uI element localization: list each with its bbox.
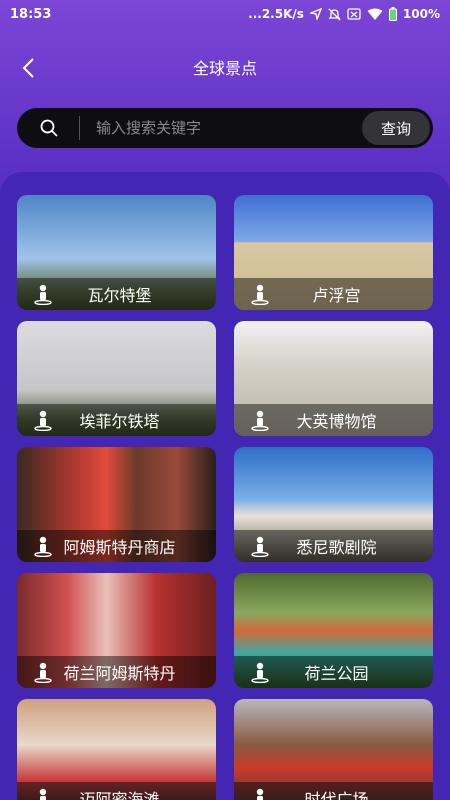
attraction-card-times-square[interactable]: 时代广场	[234, 699, 433, 800]
person-icon	[34, 536, 52, 557]
attraction-card-holland-park[interactable]: 荷兰公园	[234, 573, 433, 688]
chevron-left-icon	[22, 58, 34, 78]
attraction-name: 时代广场	[304, 790, 369, 800]
attraction-name: 荷兰阿姆斯特丹	[63, 664, 176, 683]
attractions-panel: 瓦尔特堡 卢浮宫 埃菲尔铁塔 大英博物馆 阿姆斯特丹商店 悉尼歌剧院 荷兰阿姆斯…	[0, 172, 450, 800]
attraction-name: 埃菲尔铁塔	[79, 412, 160, 431]
card-footer: 荷兰公园	[234, 656, 433, 688]
attraction-card-miami-beach[interactable]: 迈阿密海滩	[17, 699, 216, 800]
wifi-icon	[367, 8, 383, 21]
person-icon	[34, 284, 52, 305]
attraction-name: 大英博物馆	[296, 412, 377, 431]
sim-icon	[347, 8, 361, 20]
network-speed: ...2.5K/s	[248, 7, 304, 21]
person-icon	[39, 788, 47, 800]
mute-icon	[328, 8, 341, 21]
location-icon	[309, 8, 322, 20]
status-bar: 18:53 ...2.5K/s 100%	[0, 0, 450, 28]
attraction-card-amsterdam-shop[interactable]: 阿姆斯特丹商店	[17, 447, 216, 562]
search-divider	[79, 116, 80, 140]
card-footer: 悉尼歌剧院	[234, 530, 433, 562]
card-footer: 阿姆斯特丹商店	[17, 530, 216, 562]
search-input[interactable]	[96, 119, 362, 137]
person-icon	[251, 410, 269, 431]
header: 全球景点	[0, 28, 450, 108]
attraction-name: 悉尼歌剧院	[296, 538, 377, 557]
attraction-name: 瓦尔特堡	[87, 286, 152, 305]
search-button[interactable]: 查询	[362, 111, 430, 145]
person-icon	[251, 662, 269, 683]
card-footer: 卢浮宫	[234, 278, 433, 310]
attraction-card-sydney-opera[interactable]: 悉尼歌剧院	[234, 447, 433, 562]
card-footer: 大英博物馆	[234, 404, 433, 436]
battery-icon	[388, 7, 397, 21]
attraction-name: 阿姆斯特丹商店	[63, 538, 176, 557]
battery-level: 100%	[402, 7, 440, 21]
search-icon	[40, 119, 58, 137]
attractions-grid: 瓦尔特堡 卢浮宫 埃菲尔铁塔 大英博物馆 阿姆斯特丹商店 悉尼歌剧院 荷兰阿姆斯…	[17, 195, 433, 800]
card-footer: 瓦尔特堡	[17, 278, 216, 310]
person-icon	[251, 284, 269, 305]
attraction-name: 荷兰公园	[304, 664, 369, 683]
attraction-card-amsterdam[interactable]: 荷兰阿姆斯特丹	[17, 573, 216, 688]
attraction-card-eiffel[interactable]: 埃菲尔铁塔	[17, 321, 216, 436]
attraction-card-british-museum[interactable]: 大英博物馆	[234, 321, 433, 436]
status-time: 18:53	[10, 6, 52, 22]
attraction-card-wartburg[interactable]: 瓦尔特堡	[17, 195, 216, 310]
status-indicators: ...2.5K/s 100%	[248, 7, 440, 21]
person-icon	[34, 662, 52, 683]
person-icon	[256, 788, 264, 800]
card-footer: 时代广场	[234, 782, 433, 800]
card-footer: 迈阿密海滩	[17, 782, 216, 800]
search-bar: 查询	[17, 108, 433, 148]
back-button[interactable]	[14, 54, 42, 82]
card-footer: 埃菲尔铁塔	[17, 404, 216, 436]
attraction-card-louvre[interactable]: 卢浮宫	[234, 195, 433, 310]
person-icon	[251, 536, 269, 557]
page-title: 全球景点	[192, 59, 257, 78]
attraction-name: 迈阿密海滩	[79, 790, 160, 800]
person-icon	[34, 410, 52, 431]
attraction-name: 卢浮宫	[312, 286, 361, 305]
card-footer: 荷兰阿姆斯特丹	[17, 656, 216, 688]
